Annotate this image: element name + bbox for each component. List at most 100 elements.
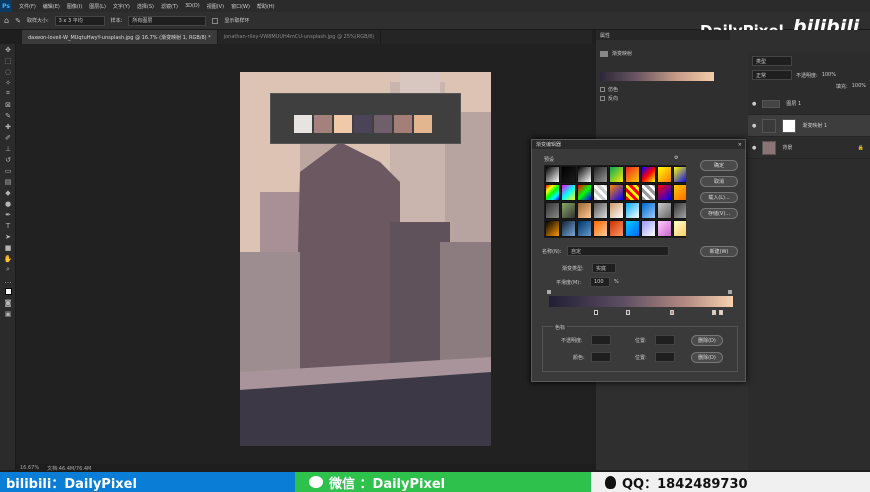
gradient-preset[interactable] xyxy=(593,184,608,201)
lasso-tool-icon[interactable]: ◌ xyxy=(0,66,16,77)
reverse-checkbox[interactable] xyxy=(600,96,605,101)
gradient-preset[interactable] xyxy=(641,220,656,237)
layer-kind-select[interactable]: 类型 xyxy=(752,56,792,66)
eraser-tool-icon[interactable]: ▭ xyxy=(0,165,16,176)
load-button[interactable]: 载入(L)... xyxy=(700,192,738,203)
gradient-preset[interactable] xyxy=(545,220,560,237)
gradient-preset[interactable] xyxy=(657,184,672,201)
gradient-preset[interactable] xyxy=(577,166,592,183)
delete-color-button[interactable]: 删除(D) xyxy=(691,352,723,363)
shape-tool-icon[interactable]: ■ xyxy=(0,242,16,253)
move-tool-icon[interactable]: ✥ xyxy=(0,44,16,55)
close-icon[interactable]: × xyxy=(738,142,742,148)
gradient-preset[interactable] xyxy=(545,166,560,183)
menu-image[interactable]: 图像(I) xyxy=(67,3,82,10)
marquee-tool-icon[interactable]: ⬚ xyxy=(0,55,16,66)
gradient-preset[interactable] xyxy=(625,184,640,201)
stop-location-input[interactable] xyxy=(655,335,675,345)
gradient-preset[interactable] xyxy=(545,202,560,219)
gradient-preset[interactable] xyxy=(561,202,576,219)
menu-edit[interactable]: 编辑(E) xyxy=(43,3,60,10)
eye-icon[interactable]: ● xyxy=(752,145,756,151)
stamp-tool-icon[interactable]: ⊥ xyxy=(0,143,16,154)
gradient-preset[interactable] xyxy=(561,220,576,237)
menu-file[interactable]: 文件(F) xyxy=(19,3,36,10)
gradient-preset[interactable] xyxy=(673,166,686,183)
gradient-tool-icon[interactable]: ▤ xyxy=(0,176,16,187)
gradient-preset[interactable] xyxy=(577,220,592,237)
color-stop[interactable] xyxy=(626,310,630,315)
menu-filter[interactable]: 滤镜(T) xyxy=(161,3,178,10)
sample-select[interactable]: 所有图层 xyxy=(128,15,207,26)
opacity-stop[interactable] xyxy=(547,290,551,294)
gradient-preset[interactable] xyxy=(641,184,656,201)
gradient-preset[interactable] xyxy=(609,202,624,219)
opacity-stop[interactable] xyxy=(728,290,732,294)
gradient-preset[interactable] xyxy=(561,184,576,201)
eyedropper-tool-icon[interactable]: ✎ xyxy=(0,110,16,121)
quick-mask-icon[interactable]: ◙ xyxy=(0,297,16,308)
gradient-preset[interactable] xyxy=(609,166,624,183)
color-stop[interactable] xyxy=(712,310,716,315)
color-stop[interactable] xyxy=(670,310,674,315)
menu-3d[interactable]: 3D(D) xyxy=(185,3,200,9)
gradient-preset[interactable] xyxy=(609,184,624,201)
new-button[interactable]: 新建(W) xyxy=(700,246,738,257)
healing-tool-icon[interactable]: ✚ xyxy=(0,121,16,132)
tab-document-2[interactable]: jonathan-riley-VW8MUUH4mCU-unsplash.jpg … xyxy=(218,30,382,44)
color-swatch-icon[interactable] xyxy=(0,286,16,297)
delete-stop-button[interactable]: 删除(D) xyxy=(691,335,723,346)
dialog-title-bar[interactable]: 渐变编辑器 × xyxy=(532,140,745,149)
gradient-preset[interactable] xyxy=(625,202,640,219)
gradient-preset[interactable] xyxy=(673,220,686,237)
ok-button[interactable]: 确定 xyxy=(700,160,738,171)
tab-document-1[interactable]: daxeon-lovell-W_MUqtuHwyY-unsplash.jpg @… xyxy=(22,30,218,44)
gradient-preset[interactable] xyxy=(673,202,686,219)
color-stop[interactable] xyxy=(719,310,723,315)
gradient-preset[interactable] xyxy=(657,202,672,219)
zoom-level[interactable]: 16.67% xyxy=(20,465,39,471)
save-button[interactable]: 存储(V)... xyxy=(700,208,738,219)
history-brush-tool-icon[interactable]: ↺ xyxy=(0,154,16,165)
color-stop[interactable] xyxy=(594,310,598,315)
gradient-preset[interactable] xyxy=(641,202,656,219)
frame-tool-icon[interactable]: ⊠ xyxy=(0,99,16,110)
gradient-preset[interactable] xyxy=(545,184,560,201)
gradient-preset[interactable] xyxy=(625,166,640,183)
gradient-preset[interactable] xyxy=(593,166,608,183)
layer-row[interactable]: ● 渐变映射 1 xyxy=(748,115,870,137)
smoothness-input[interactable]: 100 xyxy=(590,277,610,287)
layer-row[interactable]: ● 背景 🔒 xyxy=(748,137,870,159)
gradient-preset[interactable] xyxy=(657,166,672,183)
crop-tool-icon[interactable]: ⌗ xyxy=(0,88,16,99)
opacity-value[interactable]: 100% xyxy=(822,72,836,78)
layer-row[interactable]: ● 图层 1 xyxy=(748,93,870,115)
gradient-preset[interactable] xyxy=(673,184,686,201)
gradient-preset[interactable] xyxy=(641,166,656,183)
quick-select-tool-icon[interactable]: ✧ xyxy=(0,77,16,88)
dither-checkbox[interactable] xyxy=(600,87,605,92)
hand-tool-icon[interactable]: ✋ xyxy=(0,253,16,264)
color-location-input[interactable] xyxy=(655,352,675,362)
menu-view[interactable]: 视图(V) xyxy=(207,3,224,10)
menu-type[interactable]: 文字(Y) xyxy=(113,3,130,10)
stop-color-swatch[interactable] xyxy=(591,352,611,362)
cancel-button[interactable]: 取消 xyxy=(700,176,738,187)
gradient-preset[interactable] xyxy=(609,220,624,237)
name-input[interactable]: 自定 xyxy=(567,246,669,256)
gradient-preset[interactable] xyxy=(593,220,608,237)
gradient-preview-strip[interactable] xyxy=(600,72,714,81)
type-tool-icon[interactable]: T xyxy=(0,220,16,231)
eye-icon[interactable]: ● xyxy=(752,123,756,129)
gradient-preset[interactable] xyxy=(593,202,608,219)
gradient-type-select[interactable]: 实底 xyxy=(592,263,616,273)
brush-tool-icon[interactable]: ✐ xyxy=(0,132,16,143)
stop-opacity-input[interactable] xyxy=(591,335,611,345)
gradient-preset[interactable] xyxy=(577,184,592,201)
fill-value[interactable]: 100% xyxy=(852,83,866,90)
sample-size-select[interactable]: 3 x 3 平均 xyxy=(54,15,105,26)
gradient-bar[interactable] xyxy=(549,296,733,307)
screen-mode-icon[interactable]: ▣ xyxy=(0,308,16,319)
gradient-preset[interactable] xyxy=(561,166,576,183)
show-ring-checkbox[interactable] xyxy=(212,17,219,24)
